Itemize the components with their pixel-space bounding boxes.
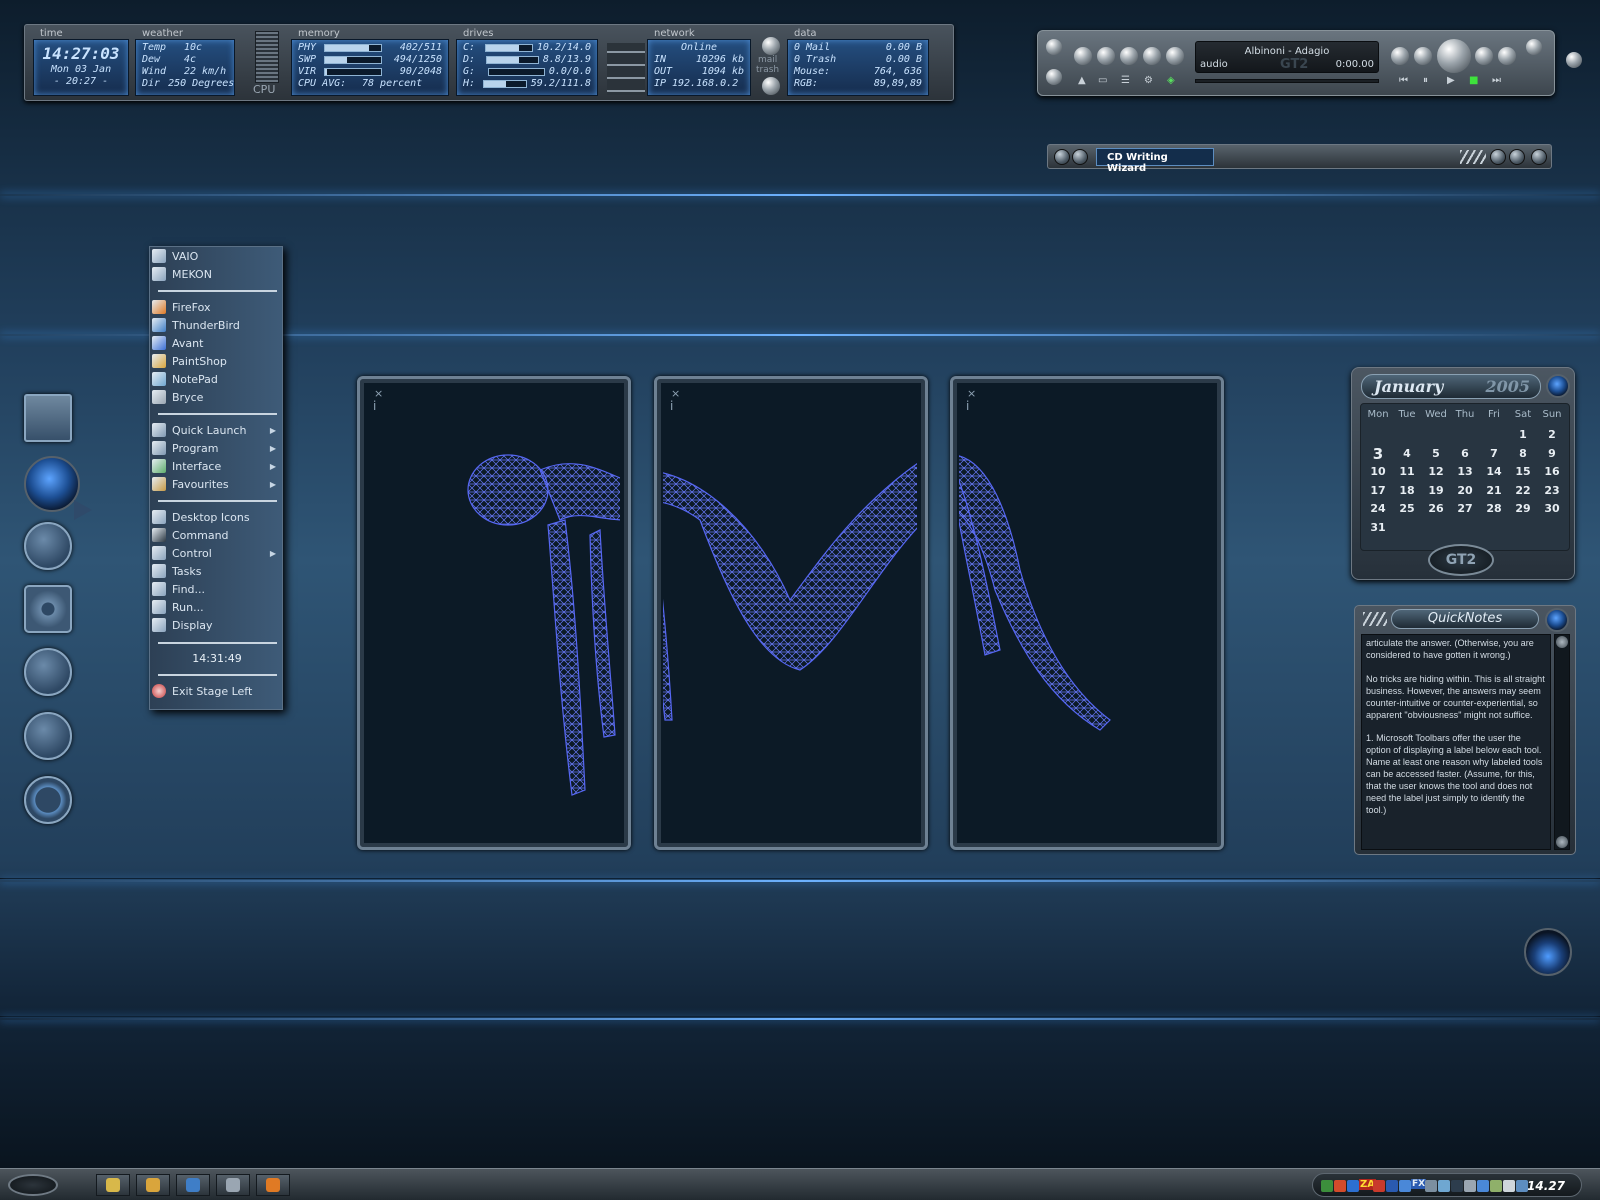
calendar-header: January 2005 xyxy=(1361,374,1541,399)
calendar-day[interactable]: 18 xyxy=(1393,484,1421,497)
weekday-label: Thu xyxy=(1455,409,1475,420)
tray-icon[interactable] xyxy=(1399,1180,1411,1192)
weekday-label: Mon xyxy=(1367,409,1389,420)
calendar-day[interactable]: 9 xyxy=(1538,447,1566,460)
note-paragraph: No tricks are hiding within. This is all… xyxy=(1366,673,1545,720)
taskbar-button[interactable] xyxy=(256,1174,290,1196)
calendar-day[interactable]: 4 xyxy=(1393,447,1421,460)
quicknotes-widget: QuickNotes articulate the answer. (Other… xyxy=(1354,605,1576,855)
weekday-label: Tue xyxy=(1398,409,1416,420)
scroll-down-icon[interactable] xyxy=(1556,836,1568,848)
tray-icon[interactable] xyxy=(1451,1180,1463,1192)
calendar-day[interactable]: 13 xyxy=(1451,465,1479,478)
quicknotes-scrollbar[interactable] xyxy=(1554,634,1570,850)
weekday-label: Sun xyxy=(1542,409,1562,420)
tray-icon[interactable] xyxy=(1334,1180,1346,1192)
calendar-day[interactable]: 14 xyxy=(1480,465,1508,478)
tray-icon[interactable] xyxy=(1347,1180,1359,1192)
note-paragraph: articulate the answer. (Otherwise, you a… xyxy=(1366,638,1534,660)
weekday-label: Fri xyxy=(1488,409,1500,420)
tray-icon[interactable] xyxy=(1464,1180,1476,1192)
calendar-day[interactable]: 15 xyxy=(1509,465,1537,478)
calendar-day[interactable]: 21 xyxy=(1480,484,1508,497)
calendar-day[interactable]: 28 xyxy=(1480,502,1508,515)
tray-icon[interactable] xyxy=(1438,1180,1450,1192)
calendar-day[interactable]: 10 xyxy=(1364,465,1392,478)
quicknotes-text[interactable]: articulate the answer. (Otherwise, you a… xyxy=(1361,634,1551,850)
orb-launcher-icon[interactable] xyxy=(1524,928,1572,976)
taskbar-button[interactable] xyxy=(136,1174,170,1196)
tray-icon[interactable] xyxy=(1386,1180,1398,1192)
grip-icon xyxy=(1363,612,1387,626)
weekday-label: Sat xyxy=(1514,409,1532,420)
calendar-day[interactable]: 27 xyxy=(1451,502,1479,515)
quicknotes-globe-icon[interactable] xyxy=(1545,608,1569,632)
calendar-day[interactable]: 26 xyxy=(1422,502,1450,515)
calendar-day[interactable]: 24 xyxy=(1364,502,1392,515)
calendar-day[interactable]: 16 xyxy=(1538,465,1566,478)
start-button[interactable] xyxy=(8,1174,58,1196)
taskbar-button[interactable] xyxy=(96,1174,130,1196)
calendar-day[interactable]: 20 xyxy=(1451,484,1479,497)
taskbar-button[interactable] xyxy=(216,1174,250,1196)
scroll-up-icon[interactable] xyxy=(1556,636,1568,648)
paintshop-icon xyxy=(146,1178,160,1192)
calendar-day[interactable]: 1 xyxy=(1509,428,1537,441)
calendar-globe-icon[interactable] xyxy=(1546,374,1570,398)
tray-icon[interactable] xyxy=(1477,1180,1489,1192)
calendar-day[interactable]: 6 xyxy=(1451,447,1479,460)
calendar-day[interactable]: 23 xyxy=(1538,484,1566,497)
taskbar-button[interactable] xyxy=(176,1174,210,1196)
calendar-grid: Mon Tue Wed Thu Fri Sat Sun 1 2 3 4 5 6 7 8 9 10 11 12 13 14… xyxy=(1360,403,1570,551)
folder-icon xyxy=(106,1178,120,1192)
calendar-month: January xyxy=(1374,377,1444,396)
network-icon xyxy=(226,1178,240,1192)
calendar-day[interactable]: 19 xyxy=(1422,484,1450,497)
tray-icon[interactable] xyxy=(1321,1180,1333,1192)
note-paragraph: 1. Microsoft Toolbars offer the user the… xyxy=(1366,733,1543,815)
tray-icon[interactable] xyxy=(1425,1180,1437,1192)
calendar-day[interactable]: 7 xyxy=(1480,447,1508,460)
calendar-day[interactable]: 8 xyxy=(1509,447,1537,460)
wireframe-figure xyxy=(467,454,1111,796)
calendar-day[interactable]: 30 xyxy=(1538,502,1566,515)
weekday-label: Wed xyxy=(1425,409,1447,420)
tray-clock: 14.27 xyxy=(1527,1179,1565,1193)
calendar-day[interactable]: 3 xyxy=(1364,445,1392,463)
calendar-day[interactable]: 31 xyxy=(1364,521,1392,534)
calendar-day[interactable]: 29 xyxy=(1509,502,1537,515)
tray-icon[interactable] xyxy=(1516,1180,1528,1192)
calendar-day[interactable]: 12 xyxy=(1422,465,1450,478)
thunderbird-icon xyxy=(186,1178,200,1192)
quicknotes-title: QuickNotes xyxy=(1391,609,1539,629)
calendar-widget: January 2005 Mon Tue Wed Thu Fri Sat Sun 1 2 3 4 5 6… xyxy=(1351,367,1575,580)
tray-icon[interactable] xyxy=(1490,1180,1502,1192)
fx-icon[interactable]: FX xyxy=(1411,1179,1427,1189)
calendar-day[interactable]: 25 xyxy=(1393,502,1421,515)
system-tray: ZA FX 14.27 xyxy=(1312,1173,1582,1197)
taskbar: ZA FX 14.27 xyxy=(0,1168,1600,1200)
calendar-logo: GT2 xyxy=(1428,544,1494,576)
calendar-year: 2005 xyxy=(1485,377,1530,396)
firefox-icon xyxy=(266,1178,280,1192)
calendar-day[interactable]: 11 xyxy=(1393,465,1421,478)
tray-icon[interactable] xyxy=(1503,1180,1515,1192)
calendar-day[interactable]: 17 xyxy=(1364,484,1392,497)
calendar-day[interactable]: 22 xyxy=(1509,484,1537,497)
calendar-day[interactable]: 2 xyxy=(1538,428,1566,441)
tray-icon[interactable] xyxy=(1373,1180,1385,1192)
calendar-day[interactable]: 5 xyxy=(1422,447,1450,460)
